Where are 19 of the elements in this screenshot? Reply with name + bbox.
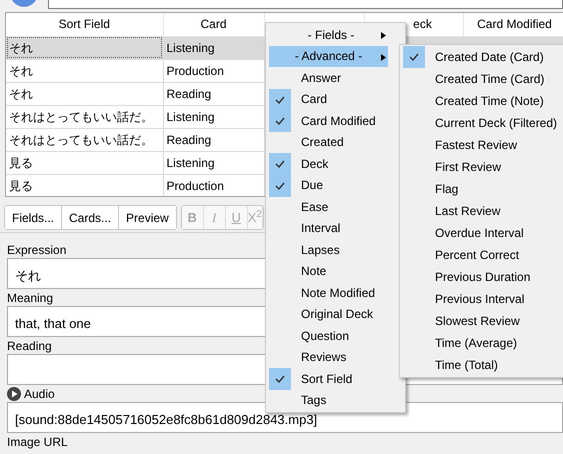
table-cell: それ [6,82,163,105]
table-cell: Listening [163,151,264,174]
field-label: Meaning [7,290,54,306]
table-cell: Listening [163,36,264,59]
table-cell: Reading [163,128,264,151]
table-cell: それ [6,59,163,82]
table-cell: それはとってもいい話だ。 [6,128,163,151]
table-cell: 見る [6,174,163,196]
table-cell: それはとってもいい話だ。 [6,105,163,128]
field-label: Image URL [7,434,68,450]
table-cell: Production [163,59,264,82]
table-cell: それ [6,36,163,59]
field-label: Audio [24,386,55,402]
table-cell: 見る [6,151,163,174]
field-label: Expression [7,242,66,258]
table-cell: Reading [163,82,264,105]
table-cell: Production [163,174,264,196]
table-cell: Listening [163,105,264,128]
field-label: Reading [7,338,52,354]
